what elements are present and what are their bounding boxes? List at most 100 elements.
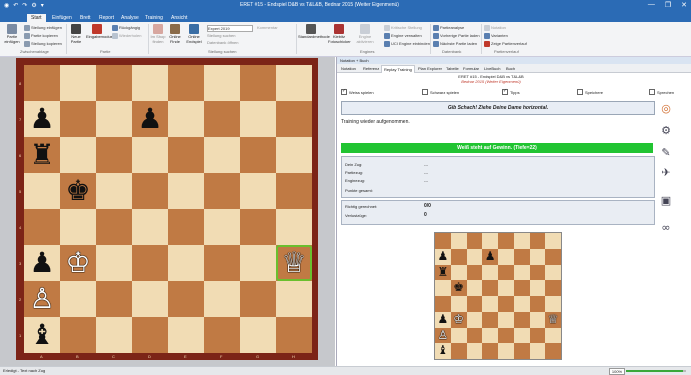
board-square-g6[interactable] xyxy=(240,137,276,173)
variations-button[interactable]: Varianten xyxy=(484,33,508,39)
board-square-e4[interactable] xyxy=(168,209,204,245)
board-square-e3[interactable] xyxy=(168,245,204,281)
board-square-f8[interactable] xyxy=(204,65,240,101)
board-square-c2[interactable] xyxy=(96,281,132,317)
board-square-g3[interactable] xyxy=(240,245,276,281)
option-tipps[interactable]: Tipps xyxy=(502,88,520,95)
board-square-e2[interactable] xyxy=(168,281,204,317)
search-position-button[interactable]: Stellung suchen xyxy=(207,33,235,38)
option-speichere[interactable]: Speichere xyxy=(577,89,603,95)
standard-method-button[interactable]: Standardmethode xyxy=(298,24,330,39)
tab-einfuegen[interactable]: Einfügen xyxy=(48,14,76,22)
board-square-a5[interactable] xyxy=(24,173,60,209)
board-square-a4[interactable] xyxy=(24,209,60,245)
tab-brett[interactable]: Brett xyxy=(76,14,95,22)
board-square-c6[interactable] xyxy=(96,137,132,173)
board-square-c8[interactable] xyxy=(96,65,132,101)
board-square-f7[interactable] xyxy=(204,101,240,137)
new-game-button[interactable]: Neue Partie xyxy=(68,24,84,44)
board-square-d3[interactable] xyxy=(132,245,168,281)
maximize-button[interactable]: ❐ xyxy=(665,1,671,9)
comment-button[interactable]: Kommentar xyxy=(257,25,278,30)
board-square-a3[interactable]: ♟ xyxy=(24,245,60,281)
tab-notation[interactable]: Notation xyxy=(339,65,358,72)
show-history-button[interactable]: Zeige Partienverlauf xyxy=(484,41,527,47)
board-square-b6[interactable] xyxy=(60,137,96,173)
minimize-button[interactable]: — xyxy=(648,1,655,9)
tab-analyse[interactable]: Analyse xyxy=(117,14,143,22)
board-square-b3[interactable]: ♔ xyxy=(60,245,96,281)
board-square-b5[interactable]: ♚ xyxy=(60,173,96,209)
black-piece-icon[interactable]: ♚ xyxy=(60,173,96,209)
next-game-button[interactable]: Nächste Partie laden xyxy=(433,41,477,47)
settings-icon[interactable]: ⚙ xyxy=(31,2,36,9)
board-square-b8[interactable] xyxy=(60,65,96,101)
tab-plan-explorer[interactable]: Plan Explorer xyxy=(416,65,444,72)
zoom-slider[interactable] xyxy=(626,370,686,372)
online-find-button[interactable]: Online Finde xyxy=(168,24,182,44)
board-square-e8[interactable] xyxy=(168,65,204,101)
white-piece-icon[interactable]: ♕ xyxy=(276,245,312,281)
input-mode-button[interactable]: Eingabemodus xyxy=(86,24,113,39)
wrench-icon[interactable]: ✎ xyxy=(659,145,673,159)
board-square-g7[interactable] xyxy=(240,101,276,137)
board-square-h3[interactable]: ♕ xyxy=(276,245,312,281)
tab-buch[interactable]: Buch xyxy=(504,65,517,72)
board-square-f5[interactable] xyxy=(204,173,240,209)
board-square-c5[interactable] xyxy=(96,173,132,209)
option-schwarz-spielen[interactable]: Schwarz spielen xyxy=(422,89,459,95)
save-icon[interactable]: ▣ xyxy=(659,193,673,207)
manage-engine-button[interactable]: Engine verwalten xyxy=(384,33,422,39)
app-icon[interactable]: ◉ xyxy=(4,2,9,9)
lifebuoy-icon[interactable]: ◎ xyxy=(659,101,673,115)
board-square-g8[interactable] xyxy=(240,65,276,101)
engine-select[interactable]: Expert 2019 xyxy=(207,25,253,32)
satellite-icon[interactable]: ✈ xyxy=(659,165,673,179)
kibitz-button[interactable]: Kiebitz Fotoschicker xyxy=(328,24,351,44)
tab-replay-training[interactable]: Replay Training xyxy=(381,65,415,73)
tab-livebuch[interactable]: LiveBuch xyxy=(482,65,502,72)
tab-report[interactable]: Report xyxy=(95,14,118,22)
board-square-c3[interactable] xyxy=(96,245,132,281)
board-square-e6[interactable] xyxy=(168,137,204,173)
board-square-e1[interactable] xyxy=(168,317,204,353)
board-square-e5[interactable] xyxy=(168,173,204,209)
board-square-h8[interactable] xyxy=(276,65,312,101)
board-square-h2[interactable] xyxy=(276,281,312,317)
board-square-f4[interactable] xyxy=(204,209,240,245)
previous-game-button[interactable]: Vorherige Partie laden xyxy=(433,33,480,39)
undo-button[interactable]: Rückgängig xyxy=(112,25,140,31)
board-square-f1[interactable] xyxy=(204,317,240,353)
board-square-g2[interactable] xyxy=(240,281,276,317)
gears-icon[interactable]: ⚙ xyxy=(659,123,673,137)
board-square-f3[interactable] xyxy=(204,245,240,281)
online-endgame-button[interactable]: Online Endspiel xyxy=(184,24,204,44)
board-square-g4[interactable] xyxy=(240,209,276,245)
board-square-e7[interactable] xyxy=(168,101,204,137)
board-square-c7[interactable] xyxy=(96,101,132,137)
black-piece-icon[interactable]: ♟ xyxy=(132,101,168,137)
board-square-b2[interactable] xyxy=(60,281,96,317)
paste-position-button[interactable]: Stellung einfügen xyxy=(24,25,62,31)
board-square-c1[interactable] xyxy=(96,317,132,353)
open-database-button[interactable]: Datenbank öffnen xyxy=(207,40,239,45)
black-piece-icon[interactable]: ♟ xyxy=(24,245,60,281)
board-square-b4[interactable] xyxy=(60,209,96,245)
board-square-a6[interactable]: ♜ xyxy=(24,137,60,173)
board-square-g5[interactable] xyxy=(240,173,276,209)
uci-engine-button[interactable]: UCI Engine einbinden xyxy=(384,41,430,47)
redo-button[interactable]: Wiederholen xyxy=(112,33,141,39)
close-button[interactable]: ✕ xyxy=(681,1,687,9)
board-square-a1[interactable]: ♝ xyxy=(24,317,60,353)
glasses-icon[interactable]: ∞ xyxy=(659,220,673,234)
chess-board[interactable]: ♟ ♟ ♜ ♚ ♟ ♔ ♕ ♙ ♝ xyxy=(24,65,312,353)
board-square-d6[interactable] xyxy=(132,137,168,173)
game-analysis-button[interactable]: Partieanalyse xyxy=(433,25,464,31)
activate-engine-button[interactable]: Engine aktivieren xyxy=(354,24,376,44)
checkbox[interactable] xyxy=(502,88,508,95)
tab-ansicht[interactable]: Ansicht xyxy=(167,14,191,22)
board-square-h7[interactable] xyxy=(276,101,312,137)
black-piece-icon[interactable]: ♝ xyxy=(24,317,60,353)
board-square-h5[interactable] xyxy=(276,173,312,209)
board-square-a8[interactable] xyxy=(24,65,60,101)
